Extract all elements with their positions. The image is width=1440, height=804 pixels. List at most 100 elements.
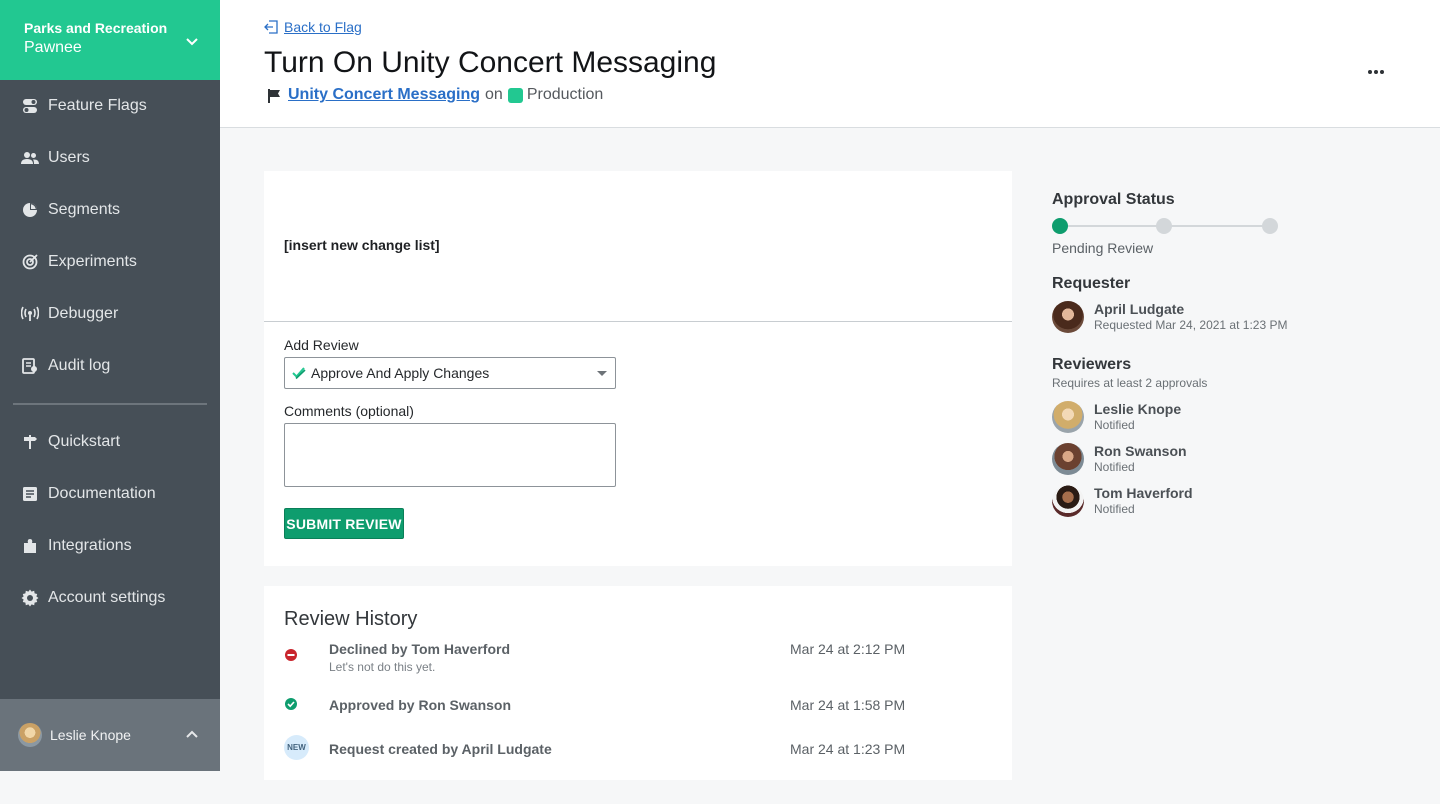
environment-name: Pawnee [24, 39, 82, 56]
comments-textarea[interactable] [284, 423, 616, 487]
double-check-icon [292, 367, 306, 380]
sidebar-item-label: Integrations [48, 537, 132, 554]
approved-check-icon [285, 698, 297, 710]
sidebar-item-label: Feature Flags [48, 97, 147, 114]
sidebar-item-quickstart[interactable]: Quickstart [0, 420, 220, 464]
sidebar-bottom-spacer [0, 771, 220, 804]
sidebar-item-label: Experiments [48, 253, 137, 270]
history-text: Request created by April Ludgate [329, 741, 552, 757]
reviewers-requirement: Requires at least 2 approvals [1052, 376, 1208, 390]
requester-item: April Ludgate Requested Mar 24, 2021 at … [1052, 301, 1352, 335]
reviewer-status: Notified [1094, 418, 1135, 432]
flag-environment-line: Unity Concert Messaging on Production [267, 86, 603, 104]
sidebar-item-label: Documentation [48, 485, 156, 502]
antenna-icon [21, 305, 39, 323]
sidebar-item-experiments[interactable]: Experiments [0, 240, 220, 284]
avatar [1052, 485, 1084, 517]
approval-status-title: Approval Status [1052, 191, 1175, 208]
more-horizontal-icon [1368, 70, 1384, 74]
sidebar-item-label: Segments [48, 201, 121, 218]
sidebar-item-label: Debugger [48, 305, 119, 322]
approval-step-dot [1052, 218, 1068, 234]
reviewer-name: Leslie Knope [1094, 401, 1182, 417]
change-review-card: [insert new change list] Add Review Appr… [264, 171, 1012, 566]
document-icon [21, 485, 39, 503]
sidebar-item-segments[interactable]: Segments [0, 188, 220, 232]
page-header: Back to Flag Turn On Unity Concert Messa… [220, 0, 1440, 128]
reviewers-title: Reviewers [1052, 356, 1132, 373]
user-menu[interactable]: Leslie Knope [0, 699, 220, 771]
sidebar-item-label: Quickstart [48, 433, 121, 450]
change-list: [insert new change list] [284, 237, 440, 253]
review-history-card: Review History Declined by Tom Haverford… [264, 586, 1012, 780]
review-history-title: Review History [284, 608, 418, 630]
puzzle-icon [21, 537, 39, 555]
sidebar-item-audit-log[interactable]: Audit log [0, 344, 220, 388]
history-date: Mar 24 at 1:58 PM [790, 697, 906, 713]
sidebar-item-documentation[interactable]: Documentation [0, 472, 220, 516]
requester-title: Requester [1052, 275, 1131, 292]
history-date: Mar 24 at 2:12 PM [790, 641, 906, 657]
sidebar-item-feature-flags[interactable]: Feature Flags [0, 84, 220, 128]
history-text: Declined by Tom Haverford [329, 641, 511, 657]
reviewer-name: Ron Swanson [1094, 443, 1187, 459]
approval-step-dot [1262, 218, 1278, 234]
reviewer-item: Tom Haverford Notified [1052, 485, 1352, 519]
reviewer-name: Tom Haverford [1094, 485, 1193, 501]
avatar [1052, 301, 1084, 333]
comments-label: Comments (optional) [284, 403, 414, 419]
back-to-flag-link[interactable]: Back to Flag [264, 19, 362, 35]
environment-color-swatch [507, 87, 523, 103]
sidebar-item-label: Account settings [48, 589, 166, 606]
avatar [1052, 401, 1084, 433]
declined-icon [285, 649, 297, 661]
sidebar-item-label: Users [48, 149, 90, 166]
sidebar-item-label: Audit log [48, 357, 111, 374]
audit-icon [21, 357, 39, 375]
review-type-select[interactable]: Approve And Apply Changes [284, 357, 616, 389]
flag-icon [268, 88, 280, 103]
avatar [1052, 443, 1084, 475]
back-arrow-icon [264, 20, 278, 34]
reviewer-item: Ron Swanson Notified [1052, 443, 1352, 477]
chevron-down-icon [186, 38, 198, 46]
reviewer-status: Notified [1094, 502, 1135, 516]
new-badge: NEW [284, 735, 309, 760]
requester-name: April Ludgate [1094, 301, 1185, 317]
approval-status-text: Pending Review [1052, 240, 1154, 256]
requester-detail: Requested Mar 24, 2021 at 1:23 PM [1094, 318, 1288, 332]
submit-review-button[interactable]: SUBMIT REVIEW [284, 508, 404, 539]
toggle-icon [21, 97, 39, 115]
review-type-value: Approve And Apply Changes [311, 365, 490, 381]
approval-step-dot [1156, 218, 1172, 234]
user-name: Leslie Knope [50, 727, 131, 743]
on-label: on [485, 86, 503, 103]
sidebar-divider [13, 403, 207, 405]
history-date: Mar 24 at 1:23 PM [790, 741, 906, 757]
project-name: Parks and Recreation [24, 20, 168, 36]
project-switcher[interactable]: Parks and Recreation Pawnee [0, 0, 220, 80]
chevron-up-icon [186, 730, 198, 738]
sidebar-item-users[interactable]: Users [0, 136, 220, 180]
page-title: Turn On Unity Concert Messaging [264, 46, 717, 79]
sidebar-item-integrations[interactable]: Integrations [0, 524, 220, 568]
sidebar-item-account-settings[interactable]: Account settings [0, 576, 220, 620]
card-divider [264, 321, 1012, 322]
signpost-icon [21, 433, 39, 451]
more-options-button[interactable] [1364, 60, 1388, 84]
reviewer-item: Leslie Knope Notified [1052, 401, 1352, 435]
target-icon [21, 253, 39, 271]
sidebar: Parks and Recreation Pawnee Feature Flag… [0, 0, 220, 771]
sidebar-item-debugger[interactable]: Debugger [0, 292, 220, 336]
caret-down-icon [597, 371, 607, 376]
reviewer-status: Notified [1094, 460, 1135, 474]
add-review-label: Add Review [284, 337, 359, 353]
users-icon [21, 149, 39, 167]
back-label: Back to Flag [284, 19, 362, 35]
avatar [18, 723, 42, 747]
history-text: Approved by Ron Swanson [329, 697, 512, 713]
gear-icon [21, 589, 39, 607]
environment-label: Production [526, 86, 604, 103]
flag-link[interactable]: Unity Concert Messaging [288, 86, 480, 104]
pie-icon [21, 201, 39, 219]
